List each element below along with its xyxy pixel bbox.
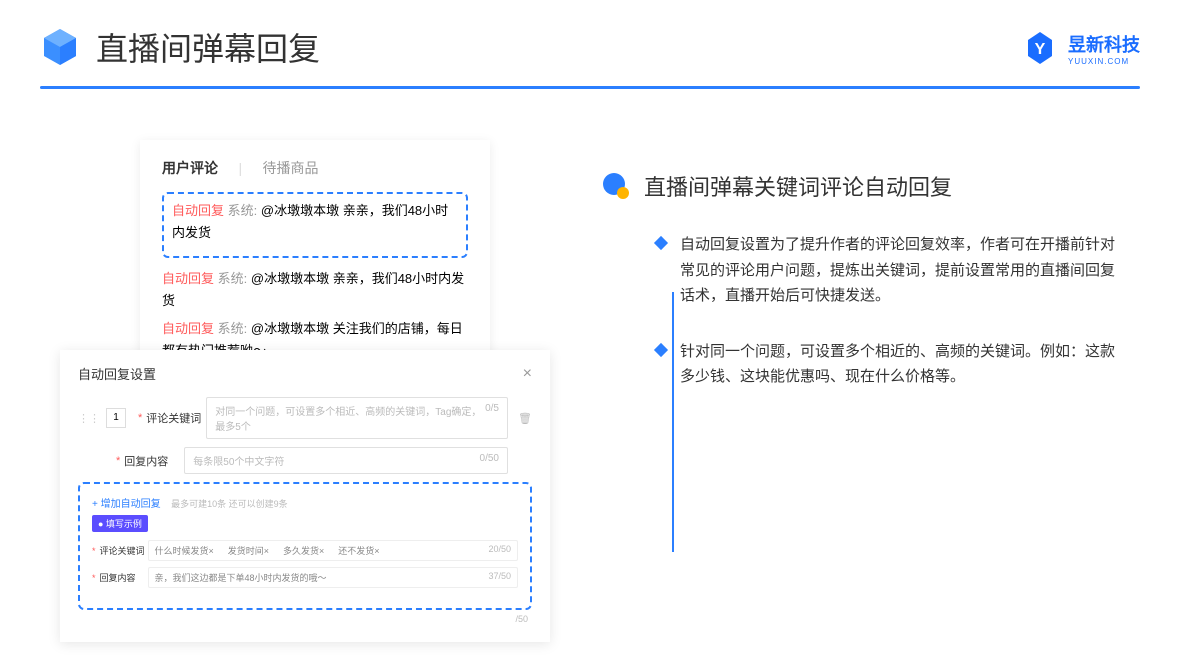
svg-text:Y: Y	[1035, 41, 1046, 58]
content-input[interactable]: 每条限50个中文字符 0/50	[184, 447, 508, 474]
header-divider	[40, 86, 1140, 89]
comment-row: 自动回复 系统: @冰墩墩本墩 亲亲，我们48小时内发货	[162, 268, 468, 312]
brand-logo: Y 昱新科技 YUUXIN.COM	[1022, 30, 1140, 66]
example-keyword-row: *评论关键词 什么时候发货× 发货时间× 多久发货× 还不发货× 20/50	[92, 540, 518, 561]
subtitle-row: 直播间弹幕关键词评论自动回复	[600, 170, 1140, 202]
example-content-row: *回复内容 亲，我们这边都是下单48小时内发货的哦～ 37/50	[92, 567, 518, 588]
autoreply-settings-panel: 自动回复设置 × ⋮⋮ 1 *评论关键词 对同一个问题，可设置多个相近、高频的关…	[60, 350, 550, 642]
example-content-input: 亲，我们这边都是下单48小时内发货的哦～ 37/50	[148, 567, 518, 588]
close-icon[interactable]: ×	[523, 365, 532, 383]
brand-sub: YUUXIN.COM	[1068, 57, 1140, 66]
tabs: 用户评论 | 待播商品	[162, 158, 468, 178]
keyword-row: ⋮⋮ 1 *评论关键词 对同一个问题，可设置多个相近、高频的关键词，Tag确定，…	[78, 397, 532, 439]
example-badge: ● 填写示例	[92, 515, 148, 532]
content-row: *回复内容 每条限50个中文字符 0/50	[78, 447, 532, 474]
page-title: 直播间弹幕回复	[96, 24, 320, 70]
subtitle: 直播间弹幕关键词评论自动回复	[644, 170, 952, 202]
tab-user-comments[interactable]: 用户评论	[162, 158, 218, 178]
tab-pending-goods[interactable]: 待播商品	[263, 158, 319, 178]
system-tag: 系统:	[228, 203, 258, 218]
bubble-icon	[600, 171, 630, 201]
cube-icon	[40, 27, 80, 67]
auto-reply-tag: 自动回复	[172, 203, 224, 218]
brand-icon: Y	[1022, 30, 1058, 66]
side-counter: /50	[78, 614, 532, 624]
screenshot-area: 用户评论 | 待播商品 自动回复 系统: @冰墩墩本墩 亲亲，我们48小时内发货…	[60, 140, 550, 393]
brand-name: 昱新科技	[1068, 31, 1140, 57]
highlighted-comment: 自动回复 系统: @冰墩墩本墩 亲亲，我们48小时内发货	[162, 192, 468, 258]
page-header: 直播间弹幕回复	[0, 0, 1180, 70]
keyword-input[interactable]: 对同一个问题，可设置多个相近、高频的关键词，Tag确定，最多5个 0/5	[206, 397, 508, 439]
example-keyword-input: 什么时候发货× 发货时间× 多久发货× 还不发货× 20/50	[148, 540, 518, 561]
add-autoreply-link[interactable]: + 增加自动回复	[92, 495, 161, 510]
description-area: 直播间弹幕关键词评论自动回复 自动回复设置为了提升作者的评论回复效率，作者可在开…	[600, 170, 1140, 420]
diamond-icon	[654, 342, 668, 356]
bullet-2: 针对同一个问题，可设置多个相近的、高频的关键词。例如：这款多少钱、这块能优惠吗、…	[600, 339, 1140, 390]
example-block: + 增加自动回复 最多可建10条 还可以创建9条 ● 填写示例 *评论关键词 什…	[78, 482, 532, 610]
settings-title: 自动回复设置	[78, 364, 156, 383]
connector-line	[672, 292, 674, 552]
comment-row: 自动回复 系统: @冰墩墩本墩 亲亲，我们48小时内发货	[172, 200, 458, 244]
index-box: 1	[106, 408, 126, 428]
diamond-icon	[654, 236, 668, 250]
add-hint: 最多可建10条 还可以创建9条	[171, 499, 288, 509]
settings-title-bar: 自动回复设置 ×	[78, 364, 532, 383]
bullet-1: 自动回复设置为了提升作者的评论回复效率，作者可在开播前针对常见的评论用户问题，提…	[600, 232, 1140, 309]
trash-icon[interactable]: 🗑	[518, 412, 532, 425]
